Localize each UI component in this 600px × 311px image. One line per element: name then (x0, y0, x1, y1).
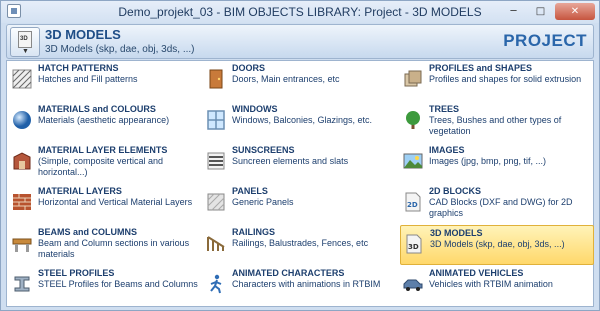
character-icon (206, 274, 226, 294)
brick-icon (12, 192, 32, 212)
category-item[interactable]: BEAMS and COLUMNS Beam and Column section… (9, 225, 203, 265)
category-title: RAILINGS (232, 227, 276, 237)
category-description: Images (jpg, bmp, png, tif, ...) (429, 156, 547, 166)
category-title: MATERIAL LAYERS (38, 186, 122, 196)
category-description: Suncreen elements and slats (232, 156, 349, 166)
header-title: 3D MODELS (45, 27, 121, 42)
category-title: BEAMS and COLUMNS (38, 227, 137, 237)
vehicle-icon (403, 274, 423, 294)
category-title: SUNSCREENS (232, 145, 295, 155)
category-item[interactable]: 3D 3D MODELS 3D Models (skp, dae, obj, 3ds… (400, 225, 594, 265)
category-item[interactable]: ANIMATED CHARACTERS Characters with anima… (203, 266, 397, 306)
window-controls: ─ □ ✕ (501, 3, 595, 20)
close-button[interactable]: ✕ (555, 3, 595, 20)
category-grid: HATCH PATTERNS Hatches and Fill patterns D… (6, 60, 594, 307)
steel-profile-icon (12, 274, 32, 294)
category-description: Hatches and Fill patterns (38, 74, 138, 84)
category-title: ANIMATED VEHICLES (429, 268, 524, 278)
category-description: Profiles and shapes for solid extrusion (429, 74, 582, 84)
category-item[interactable]: STEEL PROFILES STEEL Profiles for Beams a… (9, 266, 203, 306)
title-bar[interactable]: Demo_projekt_03 - BIM OBJECTS LIBRARY: P… (1, 1, 599, 23)
scope-label: PROJECT (503, 31, 587, 50)
category-item[interactable]: SUNSCREENS Suncreen elements and slats (203, 143, 397, 183)
category-menu-button[interactable]: 3D ▼ (10, 27, 40, 57)
window-icon (206, 110, 226, 130)
hatch-icon (12, 69, 32, 89)
category-description: Railings, Balustrades, Fences, etc (232, 238, 369, 248)
category-item[interactable]: WINDOWS Windows, Balconies, Glazings, etc… (203, 102, 397, 142)
profile-icon (403, 69, 423, 89)
category-item[interactable]: MATERIALS and COLOURS Materials (aestheti… (9, 102, 203, 142)
sunscreen-icon (206, 151, 226, 171)
category-title: MATERIALS and COLOURS (38, 104, 156, 114)
door-icon (206, 69, 226, 89)
category-description: CAD Blocks (DXF and DWG) for 2D graphics (429, 197, 573, 218)
category-description: (Simple, composite vertical and horizont… (38, 156, 164, 177)
category-item[interactable]: MATERIAL LAYERS Horizontal and Vertical M… (9, 184, 203, 224)
panel-icon (206, 192, 226, 212)
category-title: IMAGES (429, 145, 465, 155)
svg-text:3D: 3D (408, 243, 419, 251)
minimize-button[interactable]: ─ (501, 3, 526, 20)
library-window: Demo_projekt_03 - BIM OBJECTS LIBRARY: P… (0, 0, 600, 311)
category-title: HATCH PATTERNS (38, 63, 119, 73)
category-title: 3D MODELS (430, 228, 483, 238)
category-title: DOORS (232, 63, 266, 73)
layer-element-icon (12, 151, 32, 171)
svg-text:2D: 2D (407, 201, 418, 209)
category-item[interactable]: 2D 2D BLOCKS CAD Blocks (DXF and DWG) for … (400, 184, 594, 224)
category-item[interactable]: PANELS Generic Panels (203, 184, 397, 224)
category-description: Doors, Main entrances, etc (232, 74, 340, 84)
category-description: Generic Panels (232, 197, 294, 207)
category-description: Vehicles with RTBIM animation (429, 279, 553, 289)
model-3d-icon: 3D (404, 234, 424, 254)
category-description: Windows, Balconies, Glazings, etc. (232, 115, 373, 125)
category-title: TREES (429, 104, 460, 114)
category-item[interactable]: PROFILES and SHAPES Profiles and shapes f… (400, 61, 594, 101)
icon-label: 3D (20, 36, 28, 42)
category-description: Trees, Bushes and other types of vegetat… (429, 115, 562, 136)
category-item[interactable]: TREES Trees, Bushes and other types of ve… (400, 102, 594, 142)
category-description: Characters with animations in RTBIM (232, 279, 381, 289)
category-title: WINDOWS (232, 104, 278, 114)
sphere-icon (12, 110, 32, 130)
beam-icon (12, 233, 32, 253)
block-2d-icon: 2D (403, 192, 423, 212)
model-3d-icon: 3D (18, 31, 32, 48)
railing-icon (206, 233, 226, 253)
category-description: Horizontal and Vertical Material Layers (38, 197, 193, 207)
category-title: 2D BLOCKS (429, 186, 482, 196)
category-item[interactable]: IMAGES Images (jpg, bmp, png, tif, ...) (400, 143, 594, 183)
tree-icon (403, 110, 423, 130)
category-title: PROFILES and SHAPES (429, 63, 533, 73)
category-item[interactable]: HATCH PATTERNS Hatches and Fill patterns (9, 61, 203, 101)
category-item[interactable]: ANIMATED VEHICLES Vehicles with RTBIM ani… (400, 266, 594, 306)
category-title: PANELS (232, 186, 268, 196)
category-item[interactable]: MATERIAL LAYER ELEMENTS (Simple, composit… (9, 143, 203, 183)
category-header: 3D ▼ 3D MODELS 3D Models (skp, dae, obj,… (6, 24, 594, 59)
category-item[interactable]: RAILINGS Railings, Balustrades, Fences, e… (203, 225, 397, 265)
header-subtitle: 3D Models (skp, dae, obj, 3ds, ...) (45, 44, 195, 55)
category-description: Beam and Column sections in various mate… (38, 238, 190, 259)
category-title: STEEL PROFILES (38, 268, 115, 278)
category-description: STEEL Profiles for Beams and Columns (38, 279, 198, 289)
category-description: 3D Models (skp, dae, obj, 3ds, ...) (430, 239, 565, 249)
image-icon (403, 151, 423, 171)
maximize-button[interactable]: □ (528, 3, 553, 20)
chevron-down-icon: ▼ (22, 48, 29, 55)
category-description: Materials (aesthetic appearance) (38, 115, 170, 125)
category-title: MATERIAL LAYER ELEMENTS (38, 145, 168, 155)
category-item[interactable]: DOORS Doors, Main entrances, etc (203, 61, 397, 101)
category-title: ANIMATED CHARACTERS (232, 268, 345, 278)
